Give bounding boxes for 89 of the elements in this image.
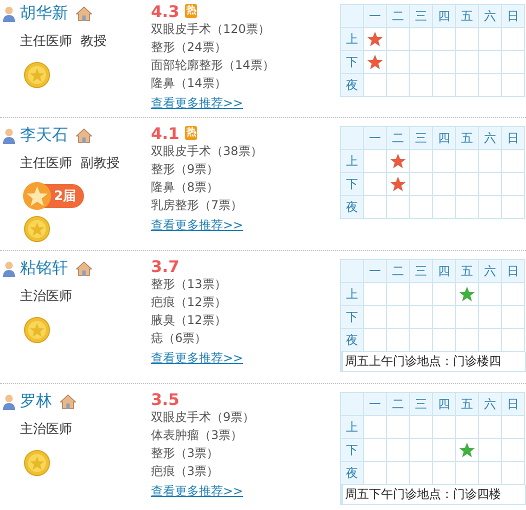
weekday-header: 五 — [456, 260, 478, 282]
recommendation-item: 疤痕（3票） — [151, 463, 220, 480]
period-label: 上 — [340, 28, 364, 50]
recommendation-item: 疤痕（12票） — [151, 294, 228, 311]
weekday-header: 六 — [478, 392, 502, 416]
person-icon — [2, 394, 16, 410]
doctor-name[interactable]: 胡华新 — [20, 3, 68, 24]
doctor-name[interactable]: 粘铭轩 — [20, 258, 68, 279]
weekday-header: 六 — [478, 4, 502, 28]
weekday-header: 五 — [456, 392, 478, 416]
recommendation-item: 乳房整形（7票） — [151, 197, 244, 214]
badge-label: 2届 — [54, 188, 76, 205]
home-icon — [76, 128, 92, 143]
weekday-header: 四 — [432, 126, 456, 150]
recommendation-item: 痣（6票） — [151, 330, 208, 347]
recommendation-item: 面部轮廓整形（14票） — [151, 57, 276, 74]
recommendation-item: 腋臭（12票） — [151, 312, 228, 329]
doctor-title: 主治医师 — [20, 421, 73, 438]
period-label: 下 — [340, 438, 364, 462]
weekday-header: 三 — [410, 260, 432, 282]
rating-score: 3.5 — [151, 390, 180, 408]
weekday-header: 一 — [364, 4, 386, 28]
recommendation-item: 整形（3票） — [151, 445, 220, 462]
period-label: 夜 — [340, 196, 364, 218]
weekday-header: 四 — [432, 260, 456, 282]
rating-score: 3.7 — [151, 256, 180, 276]
weekday-header: 一 — [364, 126, 386, 150]
weekday-header: 二 — [386, 260, 410, 282]
hot-tag: 热 — [185, 126, 198, 140]
weekday-header: 四 — [432, 4, 456, 28]
recommendation-item: 隆鼻（14票） — [151, 75, 228, 92]
period-label: 夜 — [340, 74, 364, 96]
weekday-header: 一 — [364, 260, 386, 282]
recommendation-item: 双眼皮手术（38票） — [151, 143, 264, 160]
doctor-title: 主任医师 教授 — [20, 33, 108, 50]
weekday-header: 二 — [386, 126, 410, 150]
rating-score: 4.1 — [151, 124, 180, 142]
medal-icon — [24, 317, 50, 343]
doctor-title: 主治医师 — [20, 288, 73, 305]
weekday-header: 三 — [410, 392, 432, 416]
period-label: 上 — [340, 282, 364, 306]
recommendation-item: 整形（9票） — [151, 161, 220, 178]
period-label: 下 — [340, 50, 364, 74]
home-icon — [76, 6, 92, 21]
more-link[interactable]: 查看更多推荐>> — [151, 94, 244, 112]
weekday-header: 日 — [502, 4, 524, 28]
clinic-location-note: 周五上午门诊地点：门诊楼四 — [340, 352, 526, 372]
weekday-header: 二 — [386, 392, 410, 416]
doctor-title: 主任医师 副教授 — [20, 155, 120, 172]
period-label: 上 — [340, 150, 364, 172]
rating-score: 4.3 — [151, 2, 180, 20]
weekday-header: 日 — [502, 392, 524, 416]
weekday-header: 日 — [502, 260, 524, 282]
period-label: 夜 — [340, 328, 364, 352]
period-label: 上 — [340, 416, 364, 438]
doctor-name[interactable]: 罗林 — [20, 391, 52, 412]
weekday-header: 三 — [410, 4, 432, 28]
period-label: 下 — [340, 306, 364, 328]
recommendation-item: 双眼皮手术（9票） — [151, 409, 256, 426]
more-link[interactable]: 查看更多推荐>> — [151, 216, 244, 234]
weekday-header: 一 — [364, 392, 386, 416]
recommendation-item: 整形（13票） — [151, 276, 228, 293]
recommendation-item: 隆鼻（8票） — [151, 179, 220, 196]
recommendation-item: 整形（24票） — [151, 39, 228, 56]
recommendation-item: 双眼皮手术（120票） — [151, 21, 271, 38]
period-label: 夜 — [340, 462, 364, 484]
period-label: 下 — [340, 172, 364, 196]
home-icon — [60, 394, 76, 409]
weekday-header: 六 — [478, 260, 502, 282]
person-icon — [2, 128, 16, 144]
medal-icon — [24, 62, 50, 88]
medal-icon — [24, 450, 50, 476]
home-icon — [76, 261, 92, 276]
medal-icon — [24, 216, 50, 242]
weekday-header: 五 — [456, 126, 478, 150]
more-link[interactable]: 查看更多推荐>> — [151, 482, 244, 500]
clinic-location-note: 周五下午门诊地点：门诊四楼 — [340, 485, 526, 505]
weekday-header: 五 — [456, 4, 478, 28]
person-icon — [2, 260, 16, 276]
person-icon — [2, 6, 16, 22]
doctor-name[interactable]: 李天石 — [20, 125, 68, 146]
recommendation-item: 体表肿瘤（3票） — [151, 427, 244, 444]
more-link[interactable]: 查看更多推荐>> — [151, 349, 244, 367]
weekday-header: 二 — [386, 4, 410, 28]
weekday-header: 日 — [502, 126, 524, 150]
weekday-header: 六 — [478, 126, 502, 150]
hot-tag: 热 — [185, 4, 198, 18]
weekday-header: 四 — [432, 392, 456, 416]
weekday-header: 三 — [410, 126, 432, 150]
